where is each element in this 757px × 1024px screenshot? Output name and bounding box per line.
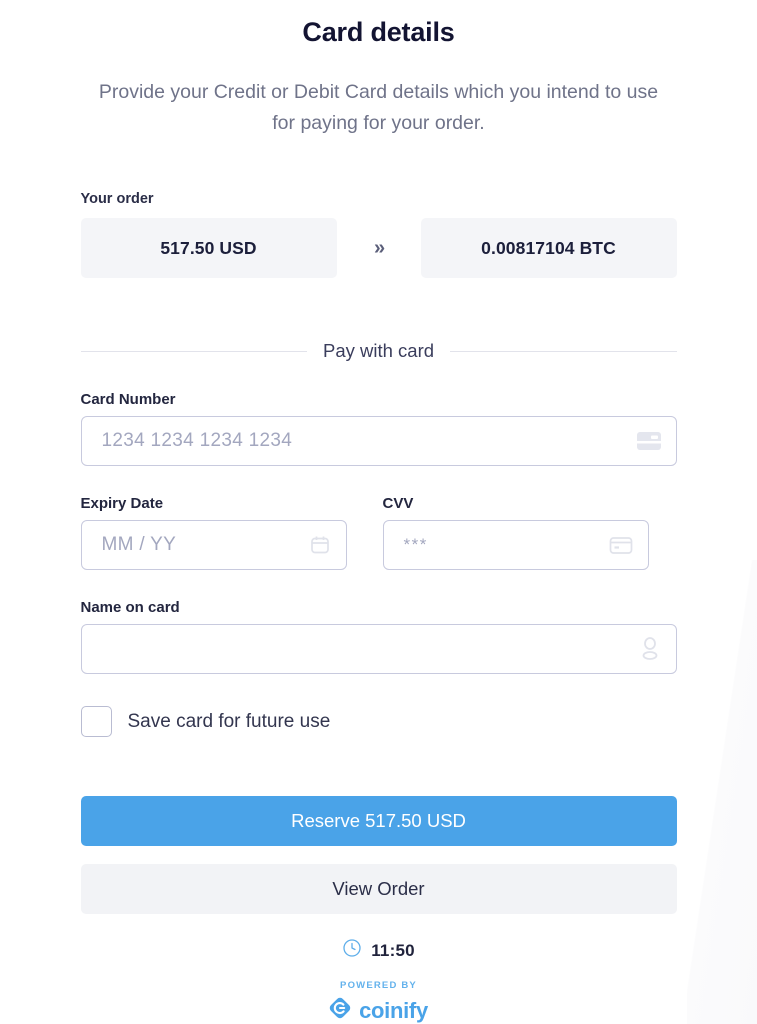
timer-row: 11:50 xyxy=(81,938,677,963)
divider-label: Pay with card xyxy=(322,340,435,361)
page-subtitle: Provide your Credit or Debit Card detail… xyxy=(98,81,659,134)
expiry-placeholder: MM / YY xyxy=(101,534,177,555)
name-on-card-input[interactable] xyxy=(80,624,677,674)
card-number-input[interactable]: 1234 1234 1234 1234 xyxy=(80,416,677,466)
expiry-label: Expiry Date xyxy=(80,495,164,512)
page-content: Card details Provide your Credit or Debi… xyxy=(0,0,757,1024)
name-on-card-label: Name on card xyxy=(80,599,180,616)
view-order-button[interactable]: View Order xyxy=(80,864,677,914)
credit-card-filled-icon xyxy=(636,431,662,451)
pay-with-card-divider: Pay with card xyxy=(80,340,677,362)
order-summary-row: 517.50 USD » 0.00817104 BTC xyxy=(80,218,677,278)
powered-by-label: POWERED BY xyxy=(340,980,417,991)
cvv-field-block: CVV *** xyxy=(382,495,649,570)
name-on-card-field-block: Name on card xyxy=(80,599,677,674)
coinify-brand: coinify xyxy=(81,997,677,1024)
save-card-label: Save card for future use xyxy=(127,710,331,732)
page-title: Card details xyxy=(302,17,455,47)
order-source-amount: 517.50 USD xyxy=(80,218,337,278)
person-icon xyxy=(638,636,662,662)
double-chevron-right-icon: » xyxy=(373,237,385,259)
card-number-label: Card Number xyxy=(80,391,176,408)
calendar-icon xyxy=(308,533,332,557)
save-card-row[interactable]: Save card for future use xyxy=(80,706,677,737)
form-container: Your order 517.50 USD » 0.00817104 BTC P… xyxy=(80,191,677,1024)
cvv-placeholder: *** xyxy=(403,535,428,554)
save-card-checkbox[interactable] xyxy=(80,706,112,737)
card-number-field-block: Card Number 1234 1234 1234 1234 xyxy=(80,391,677,466)
your-order-label: Your order xyxy=(80,191,154,207)
cvv-label: CVV xyxy=(382,495,414,512)
card-stripe-icon xyxy=(608,534,634,556)
divider-line-right xyxy=(450,350,677,352)
expiry-cvv-row: Expiry Date MM / YY CVV *** xyxy=(80,495,677,570)
expiry-field-block: Expiry Date MM / YY xyxy=(80,495,347,570)
reserve-button[interactable]: Reserve 517.50 USD xyxy=(80,796,677,846)
coinify-logo-icon xyxy=(329,997,351,1024)
timer-text: 11:50 xyxy=(371,940,415,960)
coinify-wordmark: coinify xyxy=(359,997,428,1023)
cvv-input[interactable]: *** xyxy=(382,520,649,570)
payment-page: Card details Provide your Credit or Debi… xyxy=(0,0,757,1024)
clock-icon xyxy=(342,938,362,963)
card-number-placeholder: 1234 1234 1234 1234 xyxy=(101,430,293,451)
divider-line-left xyxy=(80,350,307,352)
order-target-amount: 0.00817104 BTC xyxy=(420,218,677,278)
expiry-input[interactable]: MM / YY xyxy=(80,520,347,570)
